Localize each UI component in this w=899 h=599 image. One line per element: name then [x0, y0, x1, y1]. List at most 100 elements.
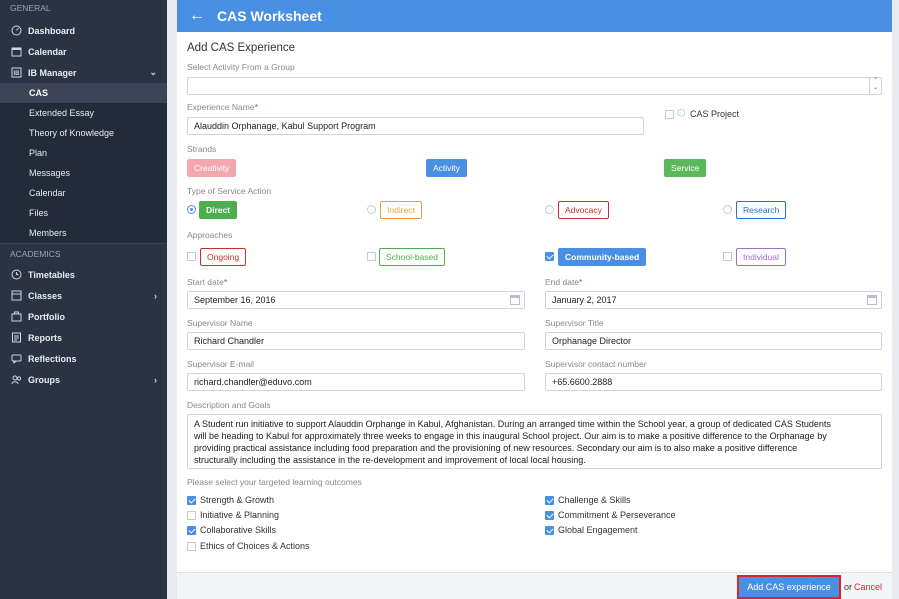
description-line: A Student run initiative to support Alau… [194, 419, 831, 429]
page-title: CAS Worksheet [217, 8, 322, 24]
outcome-initiative-label: Initiative & Planning [200, 510, 280, 520]
sidebar-subitem-members[interactable]: Members [0, 223, 167, 243]
svg-text:IB: IB [13, 71, 20, 77]
reports-icon [10, 332, 22, 344]
approach-ongoing[interactable]: Ongoing [200, 248, 247, 266]
sidebar-item-calendar[interactable]: Calendar [0, 41, 167, 62]
supervisor-contact-label: Supervisor contact number [545, 359, 647, 369]
service-research[interactable]: Research [736, 201, 787, 219]
outcome-initiative-checkbox[interactable] [187, 511, 196, 520]
sidebar-label: Groups [28, 374, 61, 385]
sidebar-label: Reflections [28, 353, 77, 364]
outcome-commitment-checkbox[interactable] [545, 511, 554, 520]
outcome-ethics-label: Ethics of Choices & Actions [200, 541, 310, 551]
outcome-strength-checkbox[interactable] [187, 496, 196, 505]
form-heading: Add CAS Experience [187, 42, 296, 54]
outcome-commitment-label: Commitment & Perseverance [558, 510, 676, 520]
supervisor-name-input[interactable]: Richard Chandler [187, 332, 525, 350]
outcome-challenge-label: Challenge & Skills [558, 495, 631, 505]
strand-creativity[interactable]: Creativity [187, 159, 237, 177]
cas-project-checkbox[interactable] [665, 110, 674, 119]
sidebar-subitem-plan[interactable]: Plan [0, 143, 167, 163]
sidebar-item-portfolio[interactable]: Portfolio [0, 306, 167, 327]
sidebar-subitem-extended-essay[interactable]: Extended Essay [0, 103, 167, 123]
service-advocacy[interactable]: Advocacy [558, 201, 609, 219]
add-cas-experience-button[interactable]: Add CAS experience [737, 575, 841, 599]
service-direct[interactable]: Direct [199, 201, 238, 219]
sidebar-label: Timetables [28, 269, 75, 280]
chevron-down-icon: ⌄ [149, 67, 157, 77]
supervisor-email-label: Supervisor E-mail [187, 359, 255, 369]
description-textarea[interactable]: A Student run initiative to support Alau… [187, 414, 882, 469]
end-date-input[interactable]: January 2, 2017 [545, 291, 882, 309]
back-arrow-icon[interactable]: ← [177, 7, 217, 25]
strand-service[interactable]: Service [664, 159, 707, 177]
sidebar-item-timetables[interactable]: Timetables [0, 264, 167, 285]
header-bar: ← CAS Worksheet [177, 0, 892, 32]
chevron-right-icon: › [154, 290, 157, 301]
radio-direct[interactable] [187, 205, 196, 214]
reflections-icon [10, 353, 22, 365]
calendar-icon [10, 46, 22, 58]
radio-advocacy[interactable] [545, 205, 554, 214]
outcome-challenge-checkbox[interactable] [545, 496, 554, 505]
chevron-right-icon: › [154, 374, 157, 385]
outcome-global-checkbox[interactable] [545, 526, 554, 535]
select-activity-label: Select Activity From a Group [187, 62, 295, 72]
approach-ongoing-checkbox[interactable] [187, 252, 196, 261]
supervisor-title-input[interactable]: Orphanage Director [545, 332, 882, 350]
sidebar-label: Portfolio [28, 311, 65, 322]
sidebar-subitem-calendar[interactable]: Calendar [0, 183, 167, 203]
approach-school-checkbox[interactable] [367, 252, 376, 261]
approaches-label: Approaches [187, 230, 233, 240]
sidebar-label: Reports [28, 332, 63, 343]
start-date-value: September 16, 2016 [194, 295, 276, 305]
cancel-link[interactable]: Cancel [854, 582, 882, 592]
start-date-input[interactable]: September 16, 2016 [187, 291, 525, 309]
outcomes-label: Please select your targeted learning out… [187, 477, 362, 487]
radio-research[interactable] [723, 205, 732, 214]
sidebar-item-dashboard[interactable]: Dashboard [0, 20, 167, 41]
sidebar-item-reports[interactable]: Reports [0, 327, 167, 348]
clock-icon [10, 269, 22, 281]
portfolio-icon [10, 311, 22, 323]
calendar-icon[interactable] [510, 295, 520, 305]
ib-icon: IB [10, 67, 22, 79]
description-line: structurally including the assistance in… [194, 455, 586, 465]
or-text: or [844, 582, 853, 592]
outcome-strength-label: Strength & Growth [200, 495, 275, 505]
approach-individual-checkbox[interactable] [723, 252, 732, 261]
select-activity-dropdown[interactable]: ⌃ ⌄ [187, 77, 882, 95]
strand-activity[interactable]: Activity [426, 159, 467, 177]
description-line: providing practical assistance including… [194, 443, 798, 453]
sidebar-item-ib-manager[interactable]: IB IB Manager ⌄ [0, 62, 167, 83]
supervisor-name-label: Supervisor Name [187, 318, 253, 328]
end-date-value: January 2, 2017 [552, 295, 617, 305]
strands-label: Strands [187, 144, 217, 154]
description-label: Description and Goals [187, 400, 271, 410]
service-indirect[interactable]: Indirect [380, 201, 422, 219]
outcome-ethics-checkbox[interactable] [187, 542, 196, 551]
approach-community-checkbox[interactable] [545, 252, 554, 261]
sidebar-subitem-files[interactable]: Files [0, 203, 167, 223]
approach-individual[interactable]: Individual [736, 248, 786, 266]
radio-indirect[interactable] [367, 205, 376, 214]
sidebar-subitem-messages[interactable]: Messages [0, 163, 167, 183]
approach-school-based[interactable]: School-based [379, 248, 445, 266]
supervisor-contact-input[interactable]: +65.6600.2888 [545, 373, 882, 391]
supervisor-email-input[interactable]: richard.chandler@eduvo.com [187, 373, 525, 391]
calendar-icon[interactable] [867, 295, 877, 305]
outcome-collaborative-checkbox[interactable] [187, 526, 196, 535]
sidebar-item-classes[interactable]: Classes › [0, 285, 167, 306]
dashboard-icon [10, 25, 22, 37]
sidebar-item-groups[interactable]: Groups › [0, 369, 167, 390]
approach-community-based[interactable]: Community-based [558, 248, 647, 266]
ib-submenu: CAS Extended Essay Theory of Knowledge P… [0, 83, 167, 243]
sidebar-item-reflections[interactable]: Reflections [0, 348, 167, 369]
end-date-label: End date* [545, 277, 583, 287]
section-academics: ACADEMICS [10, 249, 61, 259]
experience-name-input[interactable]: Alauddin Orphanage, Kabul Support Progra… [187, 117, 644, 135]
sidebar-subitem-tok[interactable]: Theory of Knowledge [0, 123, 167, 143]
sidebar-subitem-cas[interactable]: CAS [0, 83, 167, 103]
sidebar: GENERAL Dashboard Calendar IB IB Manager… [0, 0, 167, 599]
